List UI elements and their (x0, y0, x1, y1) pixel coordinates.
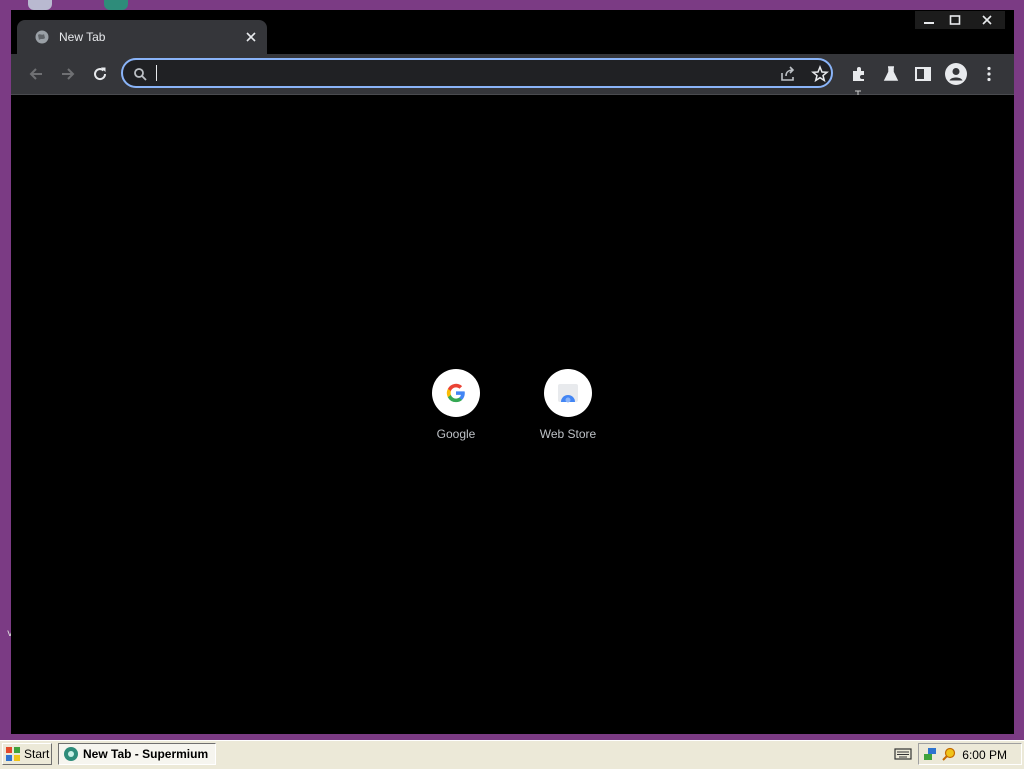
title-bar: New Tab (11, 10, 1014, 54)
new-tab-page: Google Web Store (11, 95, 1014, 734)
keyboard-icon[interactable] (894, 747, 912, 761)
system-tray: 6:00 PM (918, 743, 1022, 765)
shortcut-icon-circle (432, 369, 480, 417)
tab-new-tab[interactable]: New Tab (17, 20, 267, 54)
web-store-icon (558, 384, 578, 403)
star-icon[interactable] (811, 65, 829, 83)
taskbar-item-browser[interactable]: New Tab - Supermium (58, 743, 216, 765)
shortcut-google[interactable]: Google (416, 369, 496, 441)
desktop-icon[interactable] (104, 0, 128, 10)
search-icon (134, 68, 147, 81)
close-icon (982, 15, 992, 25)
network-icon[interactable] (922, 746, 938, 762)
side-panel-icon[interactable] (913, 64, 933, 84)
toolbar (11, 54, 1014, 106)
supermium-icon (64, 747, 78, 761)
kebab-menu-icon[interactable] (979, 64, 999, 84)
tab-title: New Tab (59, 30, 106, 44)
address-bar[interactable] (121, 58, 861, 106)
address-input[interactable] (155, 63, 739, 85)
minimize-icon (924, 22, 934, 24)
start-button[interactable]: Start (2, 743, 52, 765)
share-icon[interactable] (779, 65, 797, 83)
windows-logo-icon (6, 747, 20, 761)
globe-icon (35, 30, 49, 44)
profile-icon[interactable] (945, 63, 967, 85)
taskbar-item-label: New Tab - Supermium (83, 747, 209, 761)
reload-icon[interactable] (90, 64, 110, 84)
browser-window: New Tab Google Web Store (11, 10, 1014, 734)
maximize-icon (949, 15, 961, 25)
arrow-left-icon[interactable] (26, 64, 46, 84)
shortcut-web-store[interactable]: Web Store (528, 369, 608, 441)
window-close-button[interactable] (969, 11, 1005, 29)
taskbar: Start New Tab - Supermium 6:00 PM (0, 740, 1024, 769)
shortcut-label: Google (436, 427, 476, 441)
arrow-right-icon[interactable] (58, 64, 78, 84)
maximize-button[interactable] (941, 11, 969, 29)
close-icon[interactable] (243, 29, 259, 45)
shortcut-icon-circle (544, 369, 592, 417)
desktop-icon[interactable] (28, 0, 52, 10)
minimize-button[interactable] (915, 11, 943, 29)
flask-icon[interactable] (881, 64, 901, 84)
magnifier-icon[interactable] (941, 746, 957, 762)
puzzle-icon[interactable] (849, 64, 869, 84)
text-caret (156, 65, 157, 81)
start-label: Start (24, 747, 50, 761)
shortcut-label: Web Store (539, 427, 597, 441)
clock: 6:00 PM (962, 748, 1007, 762)
google-logo-icon (446, 383, 465, 403)
